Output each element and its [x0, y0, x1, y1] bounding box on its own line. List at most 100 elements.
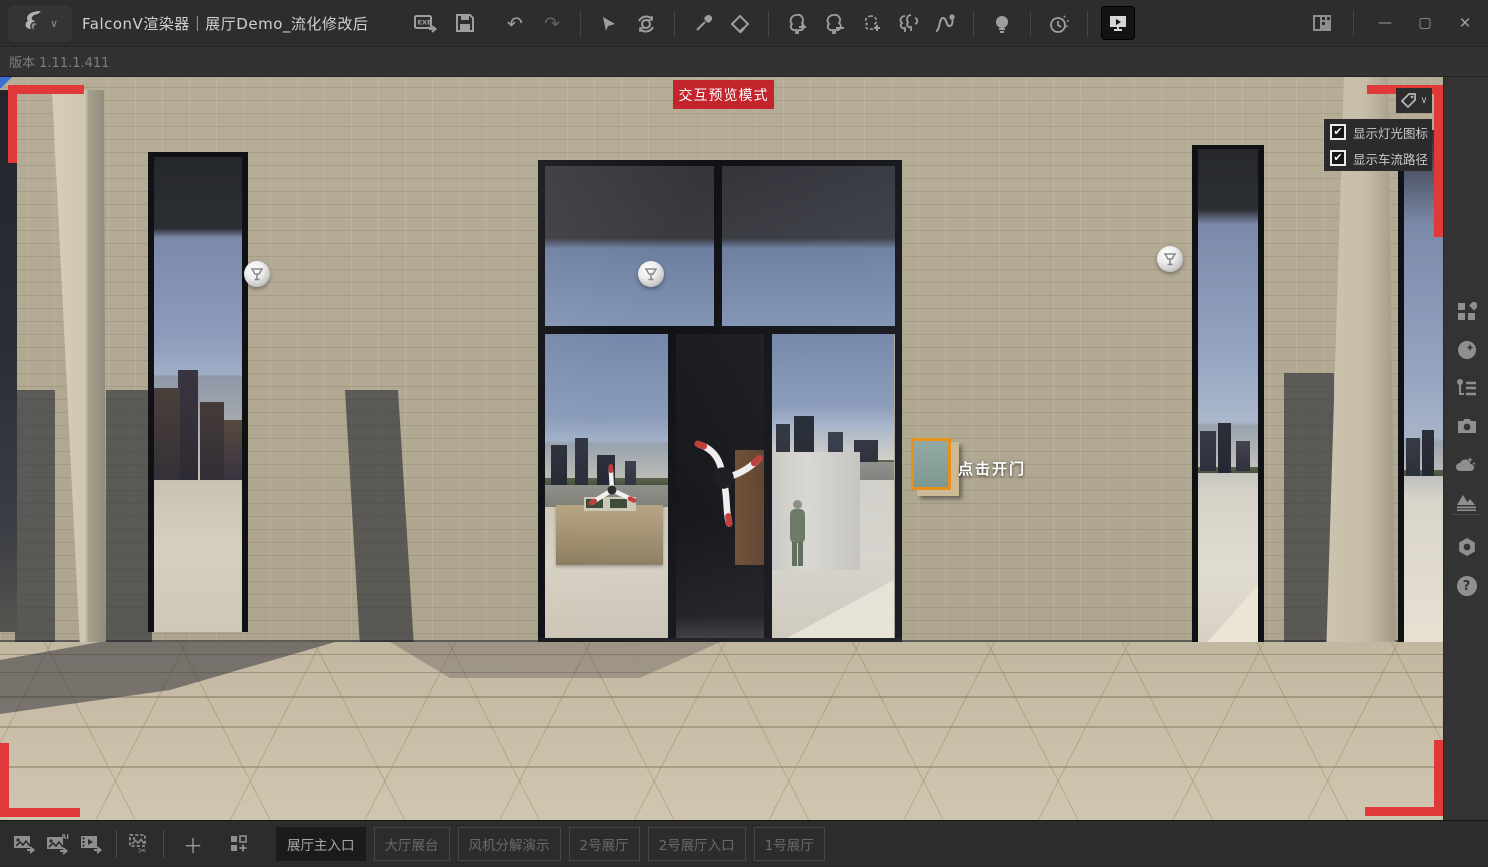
- title-bar: ∨ FalconV渲染器｜展厅Demo_流化修改后 EXE ↶ ↷: [0, 0, 1488, 47]
- tab-hall-1[interactable]: 1号展厅: [754, 827, 825, 861]
- toolbar-divider: [768, 11, 769, 37]
- scene-person: [788, 500, 808, 566]
- bottom-toolbar-divider: [163, 830, 164, 858]
- redo-icon[interactable]: ↷: [537, 9, 567, 39]
- scene-white-panel: [772, 452, 860, 570]
- tab-turbine-explode-demo[interactable]: 风机分解演示: [458, 827, 561, 861]
- show-light-icons-checkbox-row[interactable]: ✔ 显示灯光图标: [1324, 119, 1432, 145]
- scene-window-left: [148, 152, 248, 632]
- interactive-preview-mode-banner: 交互预览模式: [673, 80, 774, 109]
- tab-exhibit-main-entrance[interactable]: 展厅主入口: [276, 827, 366, 861]
- terrain-icon[interactable]: [1444, 487, 1488, 517]
- bottom-toolbar: AI ✂ ＋ 展厅主入口 大厅展台 风机分解演示 2号展厅 2号展厅入口 1号展…: [0, 820, 1488, 867]
- svg-text:AI: AI: [61, 833, 69, 841]
- scene-wind-turbine-rotor-small: [580, 458, 644, 522]
- toolbar-divider: [1030, 11, 1031, 37]
- eyedropper-icon[interactable]: [688, 9, 718, 39]
- orbit-camera-icon[interactable]: [631, 9, 661, 39]
- camera-icon[interactable]: [1444, 411, 1488, 441]
- export-image-icon[interactable]: [8, 827, 42, 861]
- chevron-down-icon: ∨: [1420, 95, 1427, 106]
- scene-shadow-patch: [15, 390, 55, 647]
- assets-library-icon[interactable]: [1444, 297, 1488, 327]
- version-label: 版本 1.11.1.411: [9, 52, 109, 71]
- toolbar-divider: [973, 11, 974, 37]
- export-exe-icon[interactable]: EXE: [412, 8, 442, 38]
- svg-text:✂: ✂: [138, 846, 146, 855]
- toolbar-divider: [1353, 10, 1354, 36]
- safe-frame-bracket-top-left: [8, 85, 84, 94]
- scene-pavement: [0, 642, 1443, 820]
- display-options-panel: ✔ 显示灯光图标 ✔ 显示车流路径: [1324, 119, 1432, 171]
- forest-icon[interactable]: [893, 9, 923, 39]
- scene-city-reflection: [154, 370, 242, 480]
- show-traffic-path-checkbox-row[interactable]: ✔ 显示车流路径: [1324, 145, 1432, 171]
- 3d-viewport-canvas[interactable]: 点击开门 交互预览模式 ∨ ✔ 显示灯光图标: [0, 77, 1443, 820]
- scene-column-shadow: [0, 642, 360, 732]
- export-image-ai-icon[interactable]: AI: [42, 827, 76, 861]
- tab-lobby-booth[interactable]: 大厅展台: [374, 827, 450, 861]
- scene-entrance-glazing: [538, 160, 902, 646]
- scene-city-reflection: [1404, 430, 1443, 476]
- safe-frame-bracket-bottom-right: [1365, 807, 1443, 816]
- maximize-button[interactable]: ▢: [1410, 8, 1440, 38]
- save-icon[interactable]: [450, 8, 480, 38]
- add-button[interactable]: ＋: [176, 827, 210, 861]
- scene-shadow-patch: [106, 390, 152, 647]
- tab-hall-2-entrance[interactable]: 2号展厅入口: [648, 827, 746, 861]
- scene-hierarchy-icon[interactable]: [1444, 373, 1488, 403]
- tree-remove-icon[interactable]: [819, 9, 849, 39]
- scene-city-reflection: [1198, 423, 1258, 473]
- scene-sunlit-floor-reflection: [772, 580, 894, 646]
- close-button[interactable]: ✕: [1450, 8, 1480, 38]
- export-video-icon[interactable]: [76, 827, 110, 861]
- viewport-corner-marker: [0, 77, 12, 89]
- safe-frame-bracket-bottom-right: [1434, 740, 1443, 816]
- window-title: FalconV渲染器｜展厅Demo_流化修改后: [82, 0, 368, 47]
- light-gizmo-icon[interactable]: [1157, 246, 1183, 272]
- overlay-tags-button[interactable]: ∨: [1396, 88, 1432, 113]
- select-cursor-icon[interactable]: [594, 9, 624, 39]
- right-sidebar: ?: [1443, 77, 1488, 820]
- toolbar-divider: [580, 11, 581, 37]
- safe-frame-bracket-top-left: [8, 85, 17, 163]
- light-bulb-tool-icon[interactable]: [987, 9, 1017, 39]
- light-gizmo-icon[interactable]: [638, 261, 664, 287]
- scene-glass-strip-left: [0, 90, 17, 632]
- app-logo-button[interactable]: ∨: [8, 5, 72, 42]
- toolbar-divider: [1087, 11, 1088, 37]
- scene-shadow-patch: [1284, 373, 1334, 647]
- undo-icon[interactable]: ↶: [500, 9, 530, 39]
- sidebar-divider: [1452, 514, 1481, 515]
- weather-icon[interactable]: [1444, 449, 1488, 479]
- paint-fill-icon[interactable]: [725, 9, 755, 39]
- checkbox-checked-icon[interactable]: ✔: [1330, 150, 1346, 166]
- door-hotspot-label: 点击开门: [958, 458, 1026, 479]
- safe-frame-bracket-bottom-left: [0, 808, 80, 817]
- tag-icon: [1400, 92, 1417, 109]
- daylight-clock-icon[interactable]: [1044, 9, 1074, 39]
- settings-icon[interactable]: [1444, 532, 1488, 562]
- scene-door-shadow: [390, 642, 720, 678]
- version-bar: 版本 1.11.1.411: [0, 47, 1488, 77]
- interactive-preview-button[interactable]: [1101, 6, 1135, 40]
- add-view-icon[interactable]: [222, 827, 256, 861]
- layout-panels-icon[interactable]: [1307, 8, 1337, 38]
- tree-add-icon[interactable]: [782, 9, 812, 39]
- help-icon[interactable]: ?: [1444, 571, 1488, 601]
- bottom-toolbar-divider: [116, 830, 117, 858]
- toolbar-divider: [674, 11, 675, 37]
- scene-window-right: [1192, 145, 1264, 653]
- minimize-button[interactable]: —: [1370, 8, 1400, 38]
- path-curve-icon[interactable]: [930, 9, 960, 39]
- checkbox-checked-icon[interactable]: ✔: [1330, 124, 1346, 140]
- screenshot-crop-icon[interactable]: ✂: [123, 827, 157, 861]
- tab-hall-2[interactable]: 2号展厅: [569, 827, 640, 861]
- material-sphere-icon[interactable]: [1444, 335, 1488, 365]
- light-gizmo-icon[interactable]: [244, 261, 270, 287]
- falconv-logo-icon: [22, 9, 46, 39]
- checkbox-label: 显示车流路径: [1353, 149, 1428, 168]
- tree-select-icon[interactable]: [856, 9, 886, 39]
- door-open-hotspot[interactable]: [911, 438, 951, 490]
- safe-frame-bracket-top-right: [1434, 85, 1443, 237]
